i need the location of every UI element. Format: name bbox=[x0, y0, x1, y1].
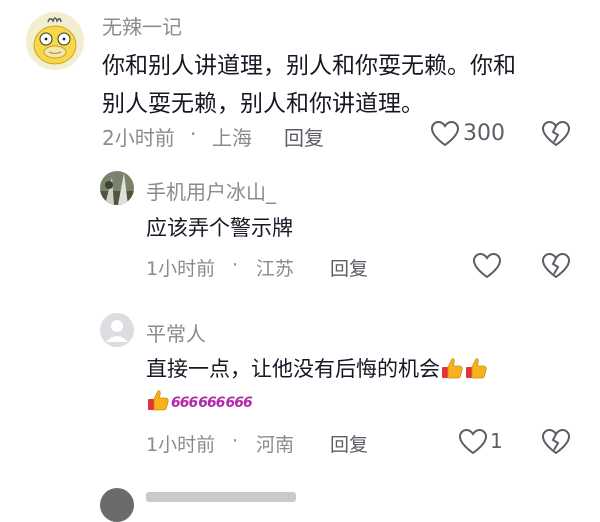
dislike-icon[interactable] bbox=[541, 252, 571, 284]
thumbs-up-icon bbox=[440, 356, 464, 385]
reply-username[interactable]: 手机用户冰山_ bbox=[146, 176, 276, 205]
reply-text: 应该弄个警示牌 bbox=[146, 216, 293, 240]
meta-separator: · bbox=[232, 430, 239, 452]
reply-button[interactable]: 回复 bbox=[330, 254, 368, 281]
comment-location: 上海 bbox=[212, 126, 252, 150]
avatar-duck[interactable] bbox=[26, 12, 84, 70]
reply-text-content: 直接一点，让他没有后悔的机会 bbox=[146, 357, 440, 381]
reply-username[interactable]: 平常人 bbox=[146, 318, 206, 347]
meta-separator: · bbox=[190, 122, 197, 146]
dislike-icon[interactable] bbox=[541, 120, 571, 152]
reply-location: 河南 bbox=[256, 434, 295, 456]
dislike-icon[interactable] bbox=[541, 428, 571, 460]
avatar-default[interactable] bbox=[100, 313, 134, 347]
reply-text-emoji-line: 666666666 bbox=[146, 388, 253, 417]
like-icon[interactable] bbox=[472, 252, 502, 284]
reply-location: 江苏 bbox=[256, 258, 295, 280]
comment-username[interactable]: 无辣一记 bbox=[102, 11, 182, 40]
avatar-landscape[interactable] bbox=[100, 171, 134, 205]
reply-time: 1小时前 bbox=[146, 258, 216, 280]
like-icon[interactable] bbox=[430, 120, 460, 152]
like-count: 300 bbox=[463, 121, 505, 146]
reply-time: 1小时前 bbox=[146, 434, 216, 456]
comment-time: 2小时前 bbox=[102, 126, 175, 150]
reply-button[interactable]: 回复 bbox=[330, 430, 368, 457]
next-comment-username-placeholder bbox=[146, 492, 296, 502]
six-emoji: 666 bbox=[198, 394, 225, 411]
avatar-next-comment[interactable] bbox=[100, 488, 134, 522]
like-icon[interactable] bbox=[458, 428, 488, 460]
comment-text: 别人耍无赖，别人和你讲道理。 bbox=[102, 91, 424, 117]
thumbs-up-icon bbox=[464, 356, 488, 385]
six-emoji: 666 bbox=[225, 394, 252, 411]
thumbs-up-icon bbox=[146, 388, 170, 417]
reply-button[interactable]: 回复 bbox=[284, 122, 324, 151]
like-count: 1 bbox=[490, 429, 503, 453]
six-emoji: 666 bbox=[171, 394, 198, 411]
meta-separator: · bbox=[232, 254, 239, 276]
reply-text: 直接一点，让他没有后悔的机会 bbox=[146, 353, 488, 385]
comment-text: 你和别人讲道理，别人和你耍无赖。你和 bbox=[102, 53, 516, 79]
